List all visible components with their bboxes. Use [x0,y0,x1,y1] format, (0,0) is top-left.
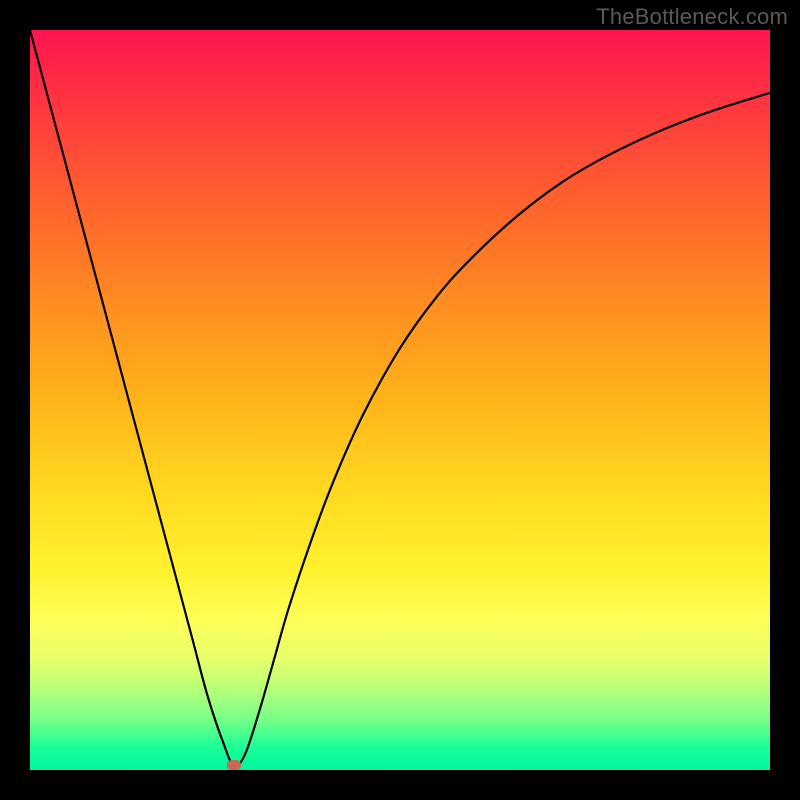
optimum-marker [227,760,241,770]
watermark-text: TheBottleneck.com [596,4,788,30]
chart-frame: TheBottleneck.com [0,0,800,800]
curve-svg [30,30,770,770]
curve-path [30,30,770,766]
plot-area [30,30,770,770]
